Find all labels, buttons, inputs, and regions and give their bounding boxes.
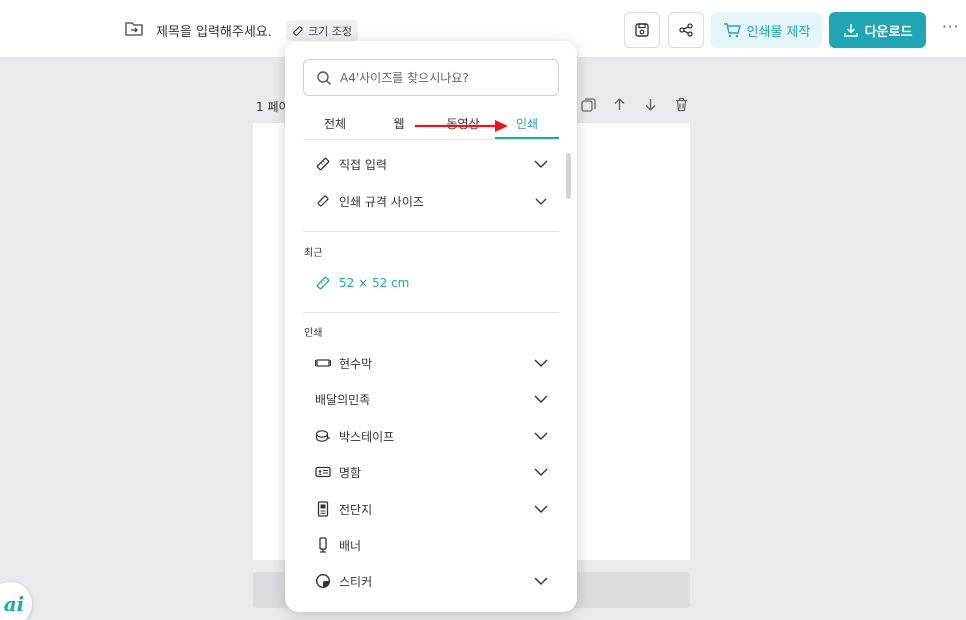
print-item-baemin[interactable]: 배달의민족 bbox=[315, 389, 549, 409]
folder-arrow-icon[interactable] bbox=[124, 21, 144, 37]
chevron-down-icon[interactable] bbox=[533, 392, 549, 406]
custom-input-row[interactable]: 직접 입력 bbox=[315, 154, 549, 174]
row-label: 직접 입력 bbox=[339, 157, 387, 172]
row-label: 인쇄 규격 사이즈 bbox=[339, 194, 424, 209]
banner-hanging-icon bbox=[315, 359, 331, 367]
row-label: 배달의민족 bbox=[315, 392, 371, 407]
scrollbar-thumb[interactable] bbox=[566, 153, 571, 199]
print-standard-size-row[interactable]: 인쇄 규격 사이즈 bbox=[315, 191, 549, 211]
print-order-label: 인쇄물 제작 bbox=[746, 24, 811, 40]
standing-banner-icon bbox=[319, 537, 327, 553]
document-title[interactable]: 제목을 입력해주세요. bbox=[156, 21, 272, 40]
print-item-standing-banner[interactable]: 배너 bbox=[315, 535, 549, 555]
row-label: 스티커 bbox=[339, 574, 373, 589]
ai-assistant-button[interactable]: ai bbox=[0, 582, 32, 620]
ruler-icon bbox=[293, 25, 303, 36]
size-search-input[interactable] bbox=[340, 70, 550, 85]
more-menu-button[interactable]: ··· bbox=[942, 18, 959, 36]
download-icon bbox=[843, 24, 858, 37]
ruler-icon bbox=[316, 157, 330, 171]
row-label: 현수막 bbox=[339, 356, 373, 371]
save-icon bbox=[635, 23, 649, 37]
recent-size-item[interactable]: 52 × 52 cm bbox=[315, 273, 549, 293]
chevron-down-icon[interactable] bbox=[533, 574, 549, 588]
chevron-down-icon[interactable] bbox=[533, 356, 549, 370]
ruler-icon bbox=[317, 195, 329, 207]
resize-dropdown: 전체 웹 동영상 인쇄 직접 입력 인쇄 규격 사이즈 최근 bbox=[285, 41, 577, 612]
row-label: 박스테이프 bbox=[339, 429, 395, 444]
share-button[interactable] bbox=[668, 12, 704, 48]
resize-button[interactable]: 크기 조정 bbox=[286, 20, 358, 41]
size-search-box[interactable] bbox=[303, 59, 559, 96]
chevron-down-icon[interactable] bbox=[533, 157, 549, 171]
download-label: 다운로드 bbox=[864, 24, 913, 40]
chevron-down-icon[interactable] bbox=[533, 429, 549, 443]
search-icon bbox=[317, 70, 332, 85]
cart-icon bbox=[723, 23, 741, 38]
print-order-button[interactable]: 인쇄물 제작 bbox=[711, 12, 822, 48]
print-item-box-tape[interactable]: 박스테이프 bbox=[315, 426, 549, 446]
print-item-flyer[interactable]: 전단지 bbox=[315, 499, 549, 519]
sticker-icon bbox=[315, 573, 331, 589]
divider bbox=[303, 312, 559, 313]
resize-label: 크기 조정 bbox=[308, 24, 352, 38]
flyer-icon bbox=[317, 501, 329, 517]
print-section-label: 인쇄 bbox=[304, 328, 323, 339]
print-item-business-card[interactable]: 명함 bbox=[315, 462, 549, 482]
share-icon bbox=[679, 23, 693, 37]
move-up-icon[interactable] bbox=[611, 96, 628, 113]
move-down-icon[interactable] bbox=[642, 96, 659, 113]
chevron-down-icon[interactable] bbox=[533, 502, 549, 516]
tab-all[interactable]: 전체 bbox=[303, 107, 367, 139]
ruler-icon bbox=[316, 276, 330, 290]
tape-icon bbox=[315, 430, 330, 442]
row-label: 명함 bbox=[339, 465, 362, 480]
annotation-arrow-icon bbox=[415, 120, 508, 132]
save-button[interactable] bbox=[624, 12, 660, 48]
print-item-banner-hanging[interactable]: 현수막 bbox=[315, 353, 549, 373]
delete-page-icon[interactable] bbox=[673, 96, 690, 113]
download-button[interactable]: 다운로드 bbox=[829, 12, 926, 48]
chevron-down-icon[interactable] bbox=[533, 194, 549, 208]
recent-section-label: 최근 bbox=[304, 248, 323, 259]
ai-label: ai bbox=[3, 592, 25, 616]
row-label: 전단지 bbox=[339, 502, 373, 517]
divider bbox=[303, 231, 559, 232]
page-toolbar bbox=[580, 96, 690, 113]
print-item-sticker[interactable]: 스티커 bbox=[315, 571, 549, 591]
duplicate-page-icon[interactable] bbox=[580, 96, 597, 113]
row-label: 배너 bbox=[339, 538, 362, 553]
chevron-down-icon[interactable] bbox=[533, 465, 549, 479]
business-card-icon bbox=[315, 466, 331, 478]
recent-size-label: 52 × 52 cm bbox=[339, 276, 410, 290]
